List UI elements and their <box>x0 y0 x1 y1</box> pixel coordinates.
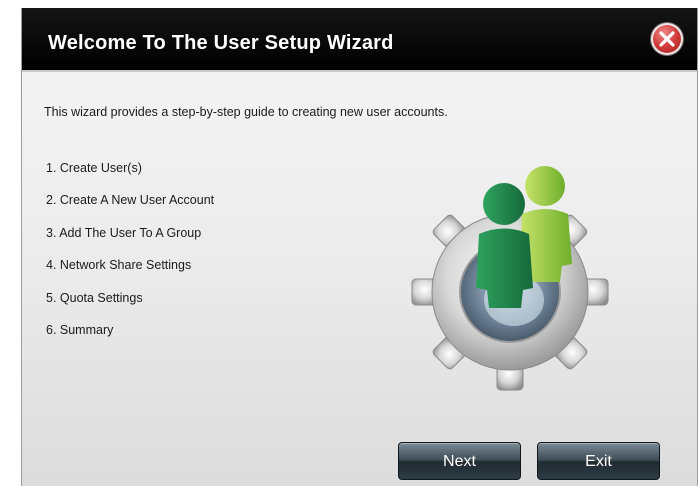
close-icon <box>659 31 675 47</box>
step-item: 4. Network Share Settings <box>46 258 192 273</box>
wizard-steps-list: 1. Create User(s) 2. Create A New User A… <box>46 161 214 355</box>
step-item: 6. Summary <box>46 322 114 337</box>
step-item: 5. Quota Settings <box>46 290 143 305</box>
wizard-intro-text: This wizard provides a step-by-step guid… <box>44 105 448 119</box>
next-button[interactable]: Next <box>398 442 521 480</box>
step-item: 1. Create User(s) <box>46 161 142 175</box>
user-setup-wizard-dialog: Welcome To The User Setup Wizard This wi… <box>21 8 698 486</box>
step-item: 2. Create A New User Account <box>46 193 215 208</box>
close-button[interactable] <box>651 23 683 55</box>
dialog-titlebar: Welcome To The User Setup Wizard <box>22 8 697 72</box>
exit-button[interactable]: Exit <box>537 442 660 480</box>
users-gear-icon <box>411 166 609 391</box>
step-item: 3. Add The User To A Group <box>46 225 202 240</box>
user-front-figure <box>476 183 533 308</box>
dialog-title: Welcome To The User Setup Wizard <box>48 32 394 54</box>
